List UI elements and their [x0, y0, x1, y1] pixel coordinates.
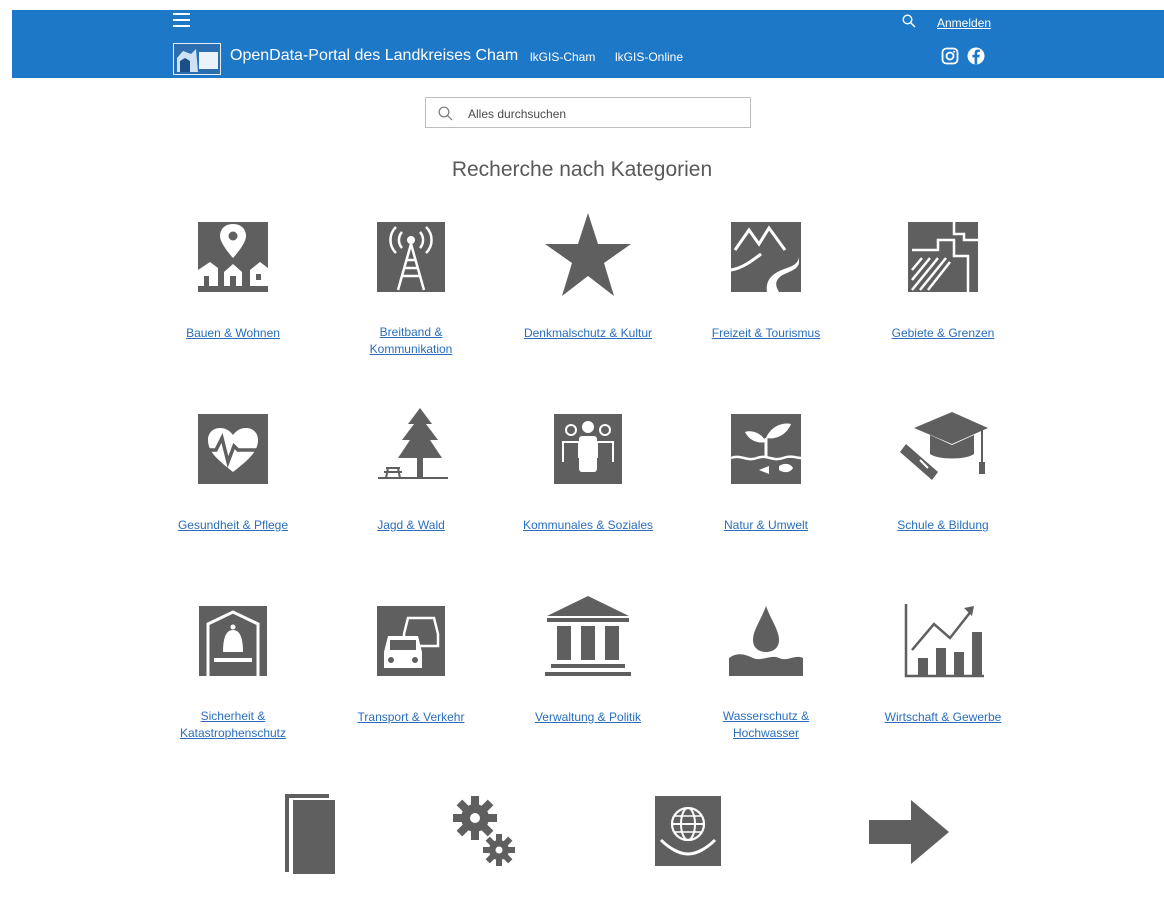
- category-label[interactable]: Freizeit & Tourismus: [712, 325, 820, 342]
- star-icon: [545, 213, 631, 296]
- radio-tower-icon: [377, 222, 445, 292]
- category-gesundheit-pflege[interactable]: Gesundheit & Pflege: [148, 402, 318, 552]
- graduation-icon: [900, 412, 988, 480]
- category-jagd-wald[interactable]: Jagd & Wald: [326, 402, 496, 552]
- category-label[interactable]: Verwaltung & Politik: [535, 709, 641, 726]
- search-box[interactable]: [425, 97, 751, 128]
- category-gears[interactable]: [395, 788, 565, 869]
- category-label[interactable]: Gebiete & Grenzen: [892, 325, 995, 342]
- arrow-right-icon: [869, 800, 949, 864]
- site-logo[interactable]: [173, 43, 221, 75]
- category-label[interactable]: Denkmalschutz & Kultur: [524, 325, 652, 342]
- category-label[interactable]: Transport & Verkehr: [358, 709, 465, 726]
- mountain-road-icon: [730, 222, 801, 292]
- water-drop-icon: [729, 606, 803, 676]
- site-title[interactable]: OpenData-Portal des Landkreises Cham: [230, 47, 518, 65]
- community-icon: [554, 414, 622, 484]
- nav-link-lkgis-online[interactable]: lkGIS-Online: [615, 50, 683, 64]
- category-more[interactable]: [823, 788, 993, 869]
- category-denkmalschutz-kultur[interactable]: Denkmalschutz & Kultur: [503, 210, 673, 360]
- growth-chart-icon: [904, 604, 984, 678]
- category-label[interactable]: Natur & Umwelt: [724, 517, 808, 534]
- forest-icon: [378, 408, 448, 479]
- search-input[interactable]: [466, 103, 740, 125]
- category-gebiete-grenzen[interactable]: Gebiete & Grenzen: [858, 210, 1028, 360]
- category-schule-bildung[interactable]: Schule & Bildung: [858, 402, 1028, 552]
- section-title: Recherche nach Kategorien: [451, 158, 713, 181]
- category-label[interactable]: Breitband & Kommunikation: [341, 324, 481, 358]
- category-label[interactable]: Wirtschaft & Gewerbe: [885, 709, 1002, 726]
- books-icon: [285, 794, 335, 874]
- category-wirtschaft-gewerbe[interactable]: Wirtschaft & Gewerbe: [858, 594, 1028, 744]
- category-label[interactable]: Jagd & Wald: [377, 517, 445, 534]
- category-wasserschutz-hochwasser[interactable]: Wasserschutz & Hochwasser: [681, 594, 851, 744]
- category-breitband-kommunikation[interactable]: Breitband & Kommunikation: [326, 210, 496, 360]
- government-building-icon: [545, 596, 631, 676]
- category-natur-umwelt[interactable]: Natur & Umwelt: [681, 402, 851, 552]
- category-label[interactable]: Bauen & Wohnen: [186, 325, 280, 342]
- category-label[interactable]: Wasserschutz & Hochwasser: [696, 708, 836, 742]
- gears-icon: [453, 796, 515, 866]
- logo-image: [174, 44, 220, 74]
- category-sicherheit-katastrophenschutz[interactable]: Sicherheit & Katastrophenschutz: [148, 594, 318, 744]
- traffic-icon: [377, 606, 445, 676]
- facebook-icon[interactable]: [967, 47, 985, 65]
- globe-hands-icon: [655, 796, 721, 866]
- hamburger-menu-icon[interactable]: [173, 13, 190, 27]
- map-boundary-icon: [908, 222, 978, 292]
- search-icon[interactable]: [902, 14, 916, 28]
- category-verwaltung-politik[interactable]: Verwaltung & Politik: [503, 594, 673, 744]
- category-bauen-wohnen[interactable]: Bauen & Wohnen: [148, 210, 318, 360]
- heart-pulse-icon: [198, 414, 268, 484]
- building-location-icon: [198, 222, 268, 292]
- search-field-icon: [438, 106, 453, 121]
- category-globe[interactable]: [603, 788, 773, 869]
- category-books[interactable]: [225, 788, 395, 874]
- category-kommunales-soziales[interactable]: Kommunales & Soziales: [503, 402, 673, 552]
- nav-link-lkgis-cham[interactable]: lkGIS-Cham: [530, 50, 595, 64]
- category-transport-verkehr[interactable]: Transport & Verkehr: [326, 594, 496, 744]
- category-label[interactable]: Schule & Bildung: [897, 517, 988, 534]
- category-label[interactable]: Gesundheit & Pflege: [178, 517, 288, 534]
- category-freizeit-tourismus[interactable]: Freizeit & Tourismus: [681, 210, 851, 360]
- category-label[interactable]: Kommunales & Soziales: [523, 517, 653, 534]
- alarm-bell-icon: [199, 606, 267, 676]
- category-label[interactable]: Sicherheit & Katastrophenschutz: [163, 708, 303, 742]
- login-link[interactable]: Anmelden: [937, 16, 991, 30]
- instagram-icon[interactable]: [941, 47, 959, 65]
- nature-icon: [730, 414, 802, 484]
